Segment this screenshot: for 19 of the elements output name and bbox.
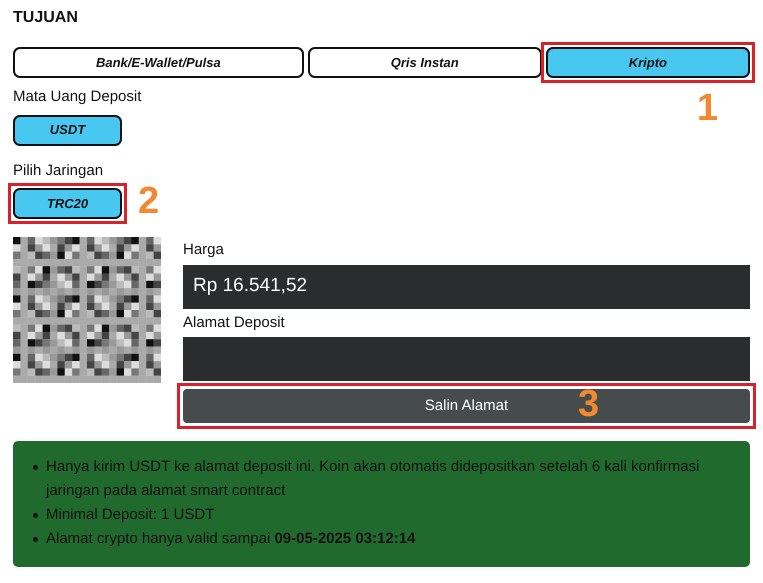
price-field: Rp 16.541,52 [183, 264, 750, 308]
note-text: Hanya kirim USDT ke alamat deposit ini. Koin akan otomatis didepositkan setelah 6 kali konfirmasi jaringan pada alamat smart contract [46, 457, 700, 501]
field-label: Pilih Jaringan [13, 160, 104, 180]
note-text: Alamat crypto hanya valid sampai 09-05-2025 03:12:14 [46, 529, 416, 549]
tab[interactable]: Qris Instan [308, 47, 542, 78]
callout-number: 2 [138, 182, 160, 220]
bullet-icon [33, 513, 38, 518]
field-label: Harga [183, 240, 225, 260]
tab[interactable]: Kripto [546, 47, 750, 78]
callout-number: 1 [696, 89, 718, 127]
tab[interactable]: Bank/E-Wallet/Pulsa [13, 47, 304, 78]
section-title: TUJUAN [13, 8, 79, 28]
bullet-icon [33, 465, 38, 470]
bullet-icon [33, 537, 38, 542]
note-text: Minimal Deposit: 1 USDT [46, 505, 214, 525]
option-button[interactable]: USDT [13, 114, 122, 146]
field-label: Alamat Deposit [183, 312, 286, 332]
option-button[interactable]: TRC20 [13, 188, 122, 219]
field-label: Mata Uang Deposit [13, 87, 142, 107]
